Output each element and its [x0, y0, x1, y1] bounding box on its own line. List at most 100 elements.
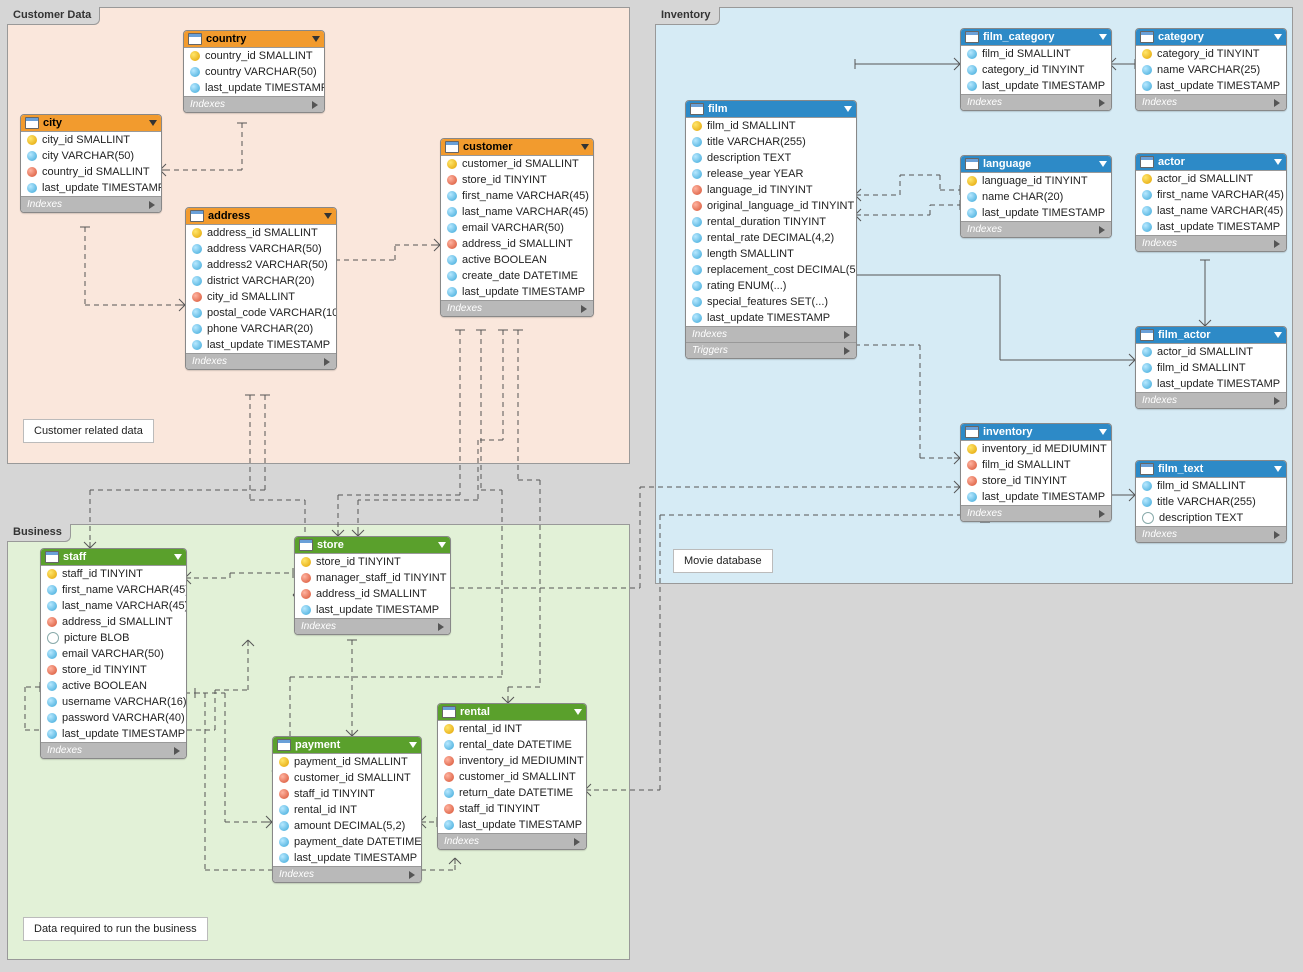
table-city[interactable]: citycity_id SMALLINTcity VARCHAR(50)coun…: [20, 114, 162, 213]
chevron-down-icon[interactable]: [1274, 466, 1282, 472]
column-row[interactable]: address_id SMALLINT: [186, 225, 336, 241]
column-row[interactable]: address2 VARCHAR(50): [186, 257, 336, 273]
column-row[interactable]: city VARCHAR(50): [21, 148, 161, 164]
column-row[interactable]: last_update TIMESTAMP: [1136, 78, 1286, 94]
column-row[interactable]: active BOOLEAN: [41, 678, 186, 694]
table-film_category[interactable]: film_categoryfilm_id SMALLINTcategory_id…: [960, 28, 1112, 111]
column-row[interactable]: last_update TIMESTAMP: [21, 180, 161, 196]
table-footer-indexes[interactable]: Indexes: [441, 300, 593, 316]
column-row[interactable]: country VARCHAR(50): [184, 64, 324, 80]
table-header[interactable]: actor: [1136, 154, 1286, 171]
column-row[interactable]: film_id SMALLINT: [686, 118, 856, 134]
column-row[interactable]: film_id SMALLINT: [1136, 478, 1286, 494]
table-film[interactable]: filmfilm_id SMALLINTtitle VARCHAR(255)de…: [685, 100, 857, 359]
column-row[interactable]: manager_staff_id TINYINT: [295, 570, 450, 586]
table-footer-indexes[interactable]: Indexes: [1136, 526, 1286, 542]
column-row[interactable]: rating ENUM(...): [686, 278, 856, 294]
column-row[interactable]: description TEXT: [686, 150, 856, 166]
column-row[interactable]: last_update TIMESTAMP: [441, 284, 593, 300]
column-row[interactable]: staff_id TINYINT: [273, 786, 421, 802]
column-row[interactable]: category_id TINYINT: [1136, 46, 1286, 62]
table-inventory[interactable]: inventoryinventory_id MEDIUMINTfilm_id S…: [960, 423, 1112, 522]
column-row[interactable]: return_date DATETIME: [438, 785, 586, 801]
chevron-down-icon[interactable]: [1274, 332, 1282, 338]
column-row[interactable]: last_update TIMESTAMP: [273, 850, 421, 866]
column-row[interactable]: last_update TIMESTAMP: [41, 726, 186, 742]
table-footer-indexes[interactable]: Indexes: [1136, 392, 1286, 408]
table-staff[interactable]: staffstaff_id TINYINTfirst_name VARCHAR(…: [40, 548, 187, 759]
column-row[interactable]: customer_id SMALLINT: [273, 770, 421, 786]
column-row[interactable]: store_id TINYINT: [961, 473, 1111, 489]
table-footer-indexes[interactable]: Indexes: [961, 505, 1111, 521]
chevron-down-icon[interactable]: [438, 542, 446, 548]
chevron-down-icon[interactable]: [844, 106, 852, 112]
column-row[interactable]: inventory_id MEDIUMINT: [961, 441, 1111, 457]
chevron-down-icon[interactable]: [1099, 34, 1107, 40]
table-payment[interactable]: paymentpayment_id SMALLINTcustomer_id SM…: [272, 736, 422, 883]
column-row[interactable]: phone VARCHAR(20): [186, 321, 336, 337]
table-footer-indexes[interactable]: Indexes: [295, 618, 450, 634]
column-row[interactable]: address_id SMALLINT: [41, 614, 186, 630]
table-header[interactable]: inventory: [961, 424, 1111, 441]
column-row[interactable]: name VARCHAR(25): [1136, 62, 1286, 78]
column-row[interactable]: last_update TIMESTAMP: [186, 337, 336, 353]
column-row[interactable]: email VARCHAR(50): [41, 646, 186, 662]
column-row[interactable]: customer_id SMALLINT: [438, 769, 586, 785]
column-row[interactable]: store_id TINYINT: [441, 172, 593, 188]
table-footer-indexes[interactable]: Indexes: [41, 742, 186, 758]
column-row[interactable]: customer_id SMALLINT: [441, 156, 593, 172]
column-row[interactable]: country_id SMALLINT: [21, 164, 161, 180]
table-language[interactable]: languagelanguage_id TINYINTname CHAR(20)…: [960, 155, 1112, 238]
table-footer-indexes[interactable]: Indexes: [1136, 94, 1286, 110]
table-header[interactable]: country: [184, 31, 324, 48]
table-header[interactable]: city: [21, 115, 161, 132]
table-store[interactable]: storestore_id TINYINTmanager_staff_id TI…: [294, 536, 451, 635]
column-row[interactable]: create_date DATETIME: [441, 268, 593, 284]
column-row[interactable]: staff_id TINYINT: [41, 566, 186, 582]
table-footer-indexes[interactable]: Indexes: [686, 326, 856, 342]
column-row[interactable]: title VARCHAR(255): [1136, 494, 1286, 510]
table-film_actor[interactable]: film_actoractor_id SMALLINTfilm_id SMALL…: [1135, 326, 1287, 409]
column-row[interactable]: rental_id INT: [273, 802, 421, 818]
table-header[interactable]: film_category: [961, 29, 1111, 46]
column-row[interactable]: username VARCHAR(16): [41, 694, 186, 710]
column-row[interactable]: country_id SMALLINT: [184, 48, 324, 64]
chevron-down-icon[interactable]: [1099, 161, 1107, 167]
column-row[interactable]: store_id TINYINT: [41, 662, 186, 678]
table-footer-indexes[interactable]: Indexes: [186, 353, 336, 369]
column-row[interactable]: last_name VARCHAR(45): [41, 598, 186, 614]
column-row[interactable]: name CHAR(20): [961, 189, 1111, 205]
table-header[interactable]: language: [961, 156, 1111, 173]
column-row[interactable]: original_language_id TINYINT: [686, 198, 856, 214]
column-row[interactable]: first_name VARCHAR(45): [41, 582, 186, 598]
column-row[interactable]: last_update TIMESTAMP: [961, 205, 1111, 221]
table-footer-indexes[interactable]: Indexes: [438, 833, 586, 849]
column-row[interactable]: title VARCHAR(255): [686, 134, 856, 150]
chevron-down-icon[interactable]: [174, 554, 182, 560]
chevron-down-icon[interactable]: [312, 36, 320, 42]
table-header[interactable]: film_actor: [1136, 327, 1286, 344]
column-row[interactable]: film_id SMALLINT: [961, 46, 1111, 62]
column-row[interactable]: payment_id SMALLINT: [273, 754, 421, 770]
column-row[interactable]: first_name VARCHAR(45): [441, 188, 593, 204]
table-header[interactable]: staff: [41, 549, 186, 566]
table-footer-triggers[interactable]: Triggers: [686, 342, 856, 358]
table-footer-indexes[interactable]: Indexes: [961, 94, 1111, 110]
table-footer-indexes[interactable]: Indexes: [1136, 235, 1286, 251]
table-category[interactable]: categorycategory_id TINYINTname VARCHAR(…: [1135, 28, 1287, 111]
column-row[interactable]: last_update TIMESTAMP: [1136, 219, 1286, 235]
chevron-down-icon[interactable]: [574, 709, 582, 715]
column-row[interactable]: address_id SMALLINT: [441, 236, 593, 252]
table-actor[interactable]: actoractor_id SMALLINTfirst_name VARCHAR…: [1135, 153, 1287, 252]
column-row[interactable]: active BOOLEAN: [441, 252, 593, 268]
column-row[interactable]: last_update TIMESTAMP: [1136, 376, 1286, 392]
column-row[interactable]: rental_duration TINYINT: [686, 214, 856, 230]
table-header[interactable]: store: [295, 537, 450, 554]
column-row[interactable]: last_update TIMESTAMP: [438, 817, 586, 833]
column-row[interactable]: picture BLOB: [41, 630, 186, 646]
table-header[interactable]: address: [186, 208, 336, 225]
column-row[interactable]: rental_id INT: [438, 721, 586, 737]
chevron-down-icon[interactable]: [1099, 429, 1107, 435]
column-row[interactable]: last_update TIMESTAMP: [961, 489, 1111, 505]
table-header[interactable]: customer: [441, 139, 593, 156]
